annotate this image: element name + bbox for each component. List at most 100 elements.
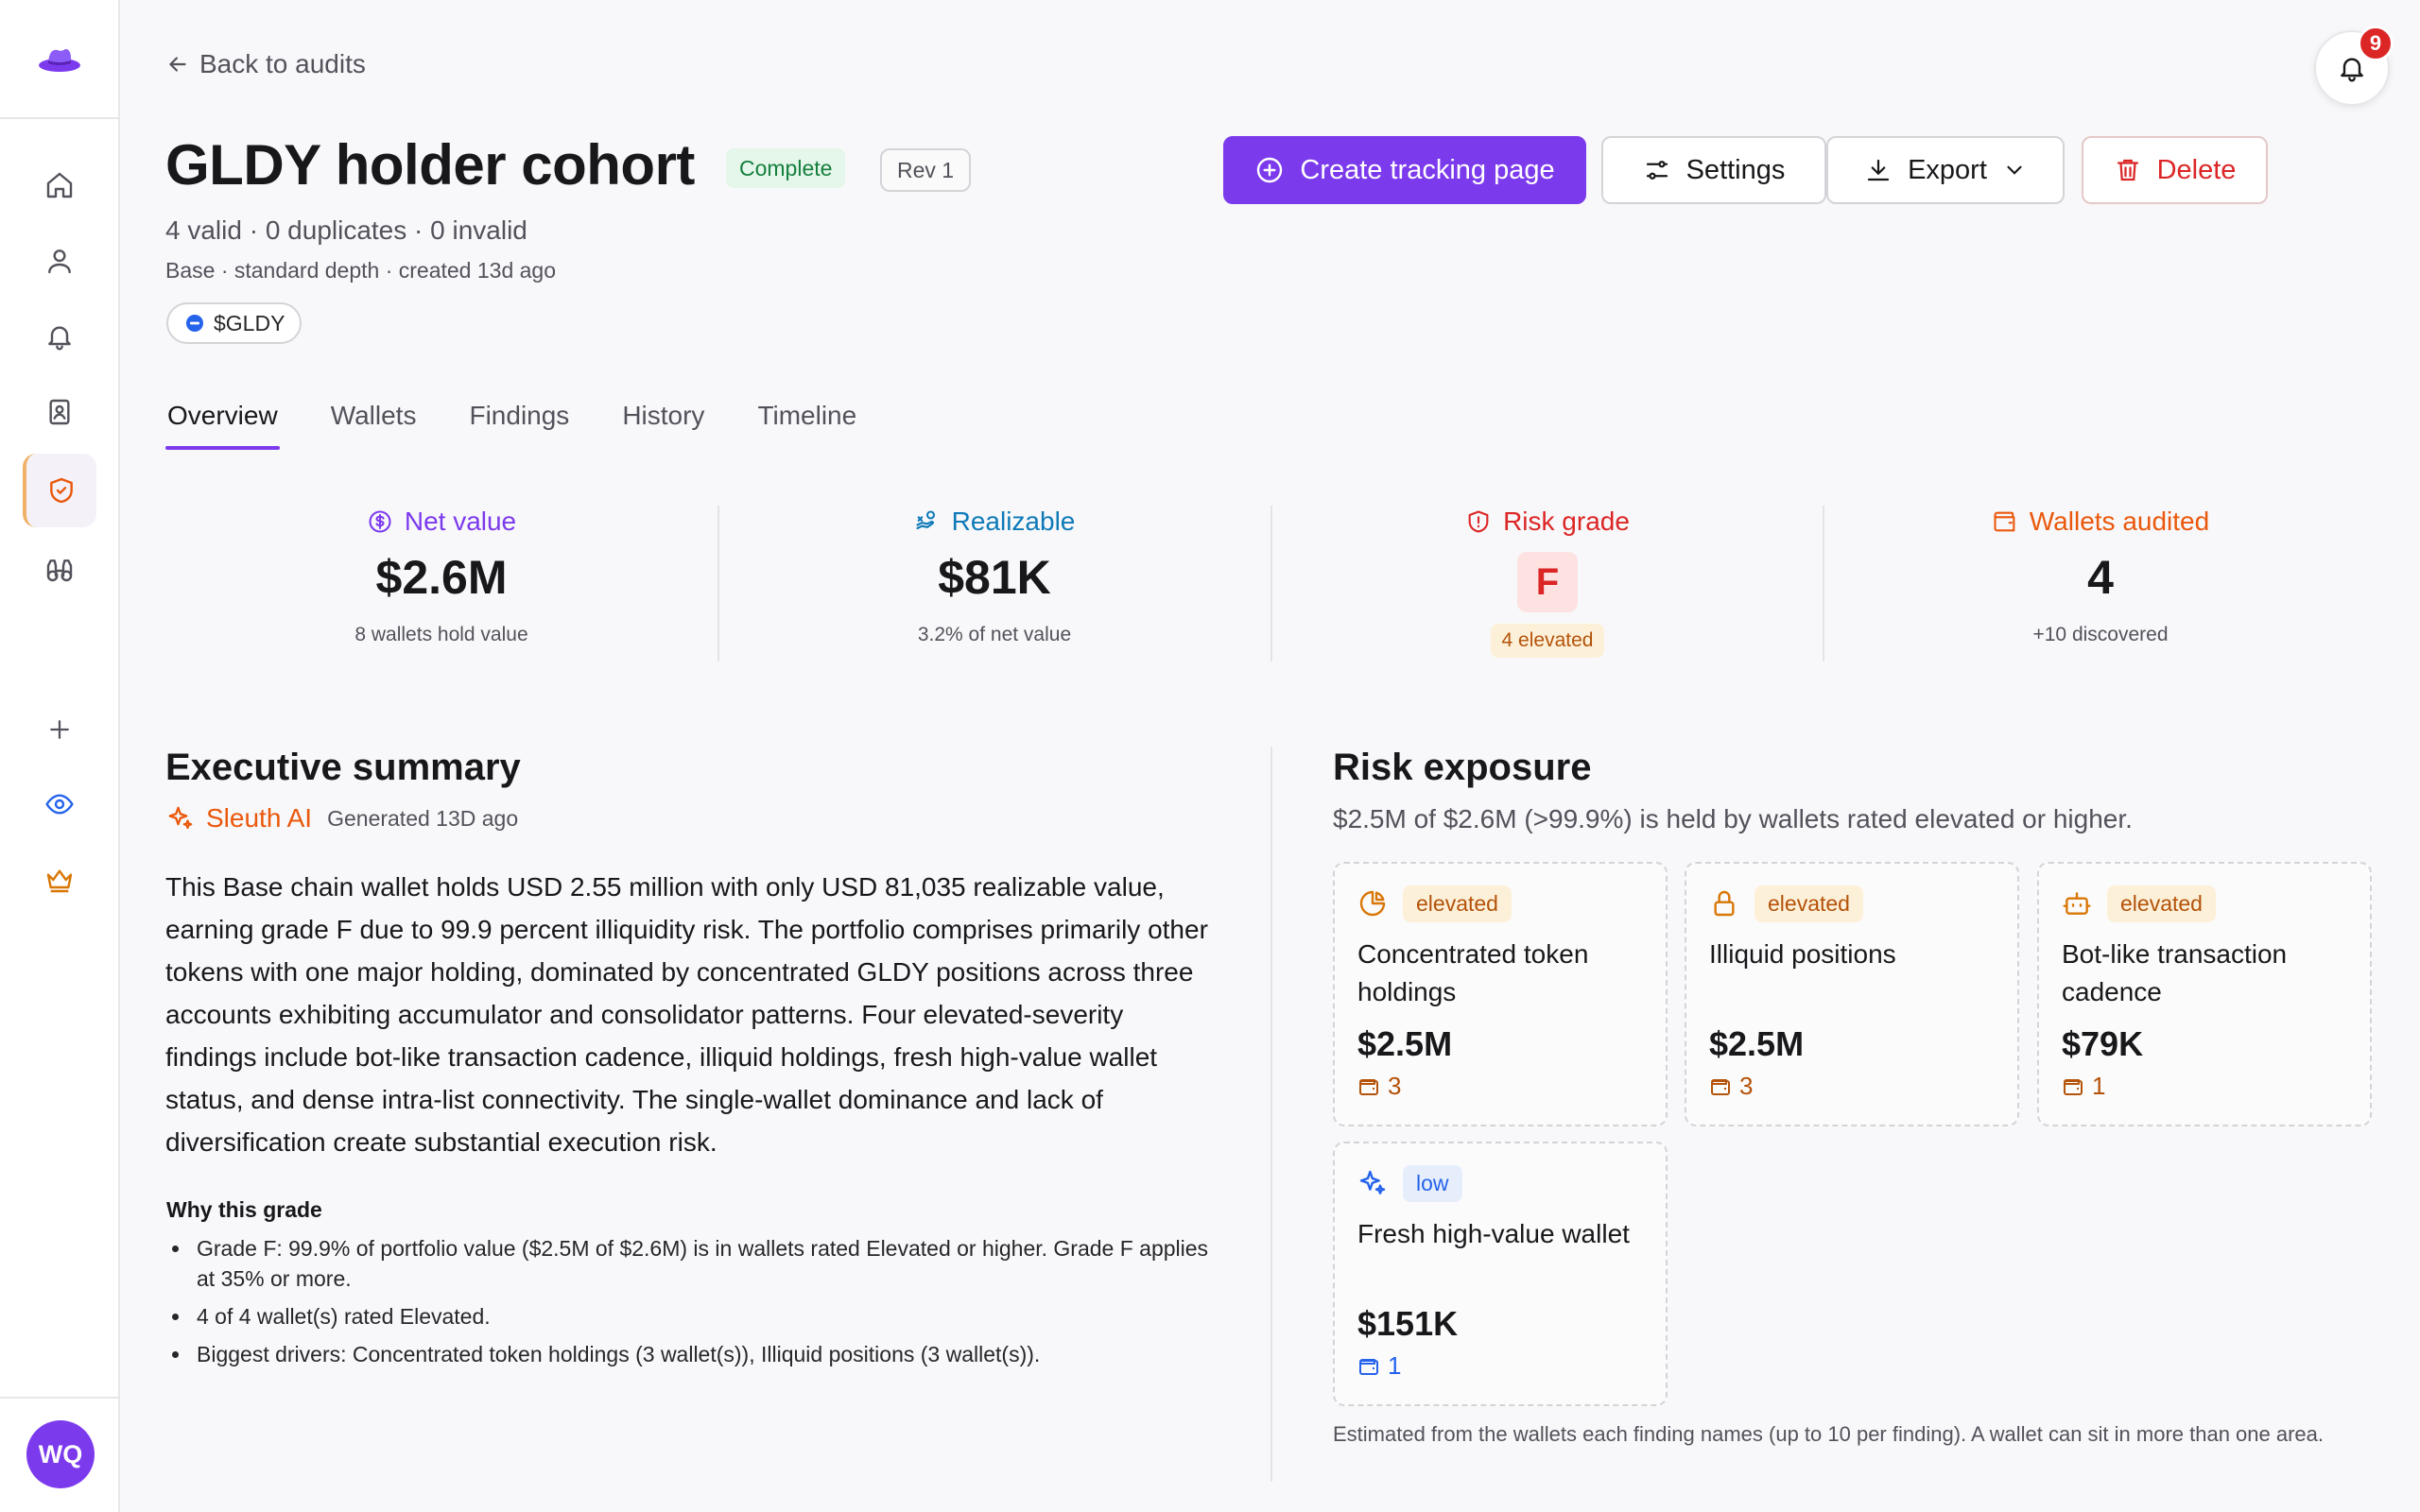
nav-explore[interactable] [23,534,96,608]
wallet-icon [1359,1358,1378,1375]
wallets-audited-sub: +10 discovered [2032,624,2169,645]
shield-alert-icon [1468,510,1489,533]
tab-bar: Overview Wallets Findings History Timeli… [165,397,908,450]
plus-circle-icon [1257,157,1283,183]
risk-exposure-title: Risk exposure [1333,747,1592,788]
summary-author: Sleuth AI Generated 13D ago [166,803,518,833]
base-chain-icon [186,315,203,332]
list-item: 4 of 4 wallet(s) rated Elevated. [166,1301,1216,1332]
wallet-count: 3 [1739,1072,1754,1100]
risk-grade-label: Risk grade [1503,507,1630,536]
risk-grade-sub: 4 elevated [1490,624,1605,658]
finding-amount: $2.5M [1709,1024,1805,1063]
nav-home[interactable] [23,148,96,222]
severity-badge: elevated [1754,885,1863,922]
wallets-audited-label: Wallets audited [2029,507,2210,536]
list-item: Biggest drivers: Concentrated token hold… [166,1339,1216,1369]
lock-icon [1714,890,1735,917]
status-badge: Complete [726,148,846,188]
arrow-left-icon [169,57,186,72]
hat-logo-icon [38,48,80,72]
stat-net-value: Net value $2.6M 8 wallets hold value [165,507,717,646]
realizable-amount: $81K [938,551,1051,604]
generated-time: Generated 13D ago [327,805,519,831]
severity-badge: low [1403,1164,1462,1202]
contact-book-icon [49,399,70,425]
tab-overview[interactable]: Overview [165,397,280,450]
risk-card-illiquid[interactable]: elevated Illiquid positions $2.5M 3 [1685,862,2019,1126]
tab-history[interactable]: History [620,397,706,450]
home-icon [46,172,73,198]
net-value-amount: $2.6M [375,551,508,604]
why-grade-list: Grade F: 99.9% of portfolio value ($2.5M… [166,1233,1216,1377]
severity-badge: elevated [1403,885,1512,922]
finding-name: Illiquid positions [1709,939,1896,969]
settings-label: Settings [1685,154,1786,185]
wallet-icon [1711,1078,1730,1095]
net-value-sub: 8 wallets hold value [354,624,528,645]
finding-amount: $2.5M [1357,1024,1453,1063]
realizable-label: Realizable [951,507,1076,536]
severity-badge: elevated [2107,885,2216,922]
realizable-sub: 3.2% of net value [917,624,1072,645]
net-value-label: Net value [404,507,517,536]
tab-timeline[interactable]: Timeline [755,397,858,450]
finding-name: Bot-like transaction cadence [2062,939,2288,1006]
crown-icon [46,869,73,893]
nav-add[interactable] [23,693,96,766]
settings-button[interactable]: Settings [1601,136,1826,204]
wallets-audited-count: 4 [2087,551,2114,604]
token-label: $GLDY [214,310,285,335]
wallet-icon [1994,511,2015,532]
create-tracking-page-button[interactable]: Create tracking page [1223,136,1586,204]
executive-summary-title: Executive summary [165,747,521,788]
stat-wallets-audited: Wallets audited 4 +10 discovered [1824,507,2377,646]
finding-amount: $79K [2062,1024,2144,1063]
chevron-down-icon [2007,165,2022,175]
app-logo[interactable] [0,0,118,119]
notification-count-badge: 9 [2358,26,2394,61]
sparkles-icon [168,806,193,830]
create-label: Create tracking page [1300,154,1555,185]
risk-card-bot-like[interactable]: elevated Bot-like transaction cadence $7… [2037,862,2372,1126]
page-title: GLDY holder cohort [165,133,695,197]
wallet-icon [1359,1078,1378,1095]
eye-icon [45,794,74,815]
list-item: Grade F: 99.9% of portfolio value ($2.5M… [166,1233,1216,1294]
bell-icon [48,326,71,351]
nav-audits[interactable] [23,454,96,527]
nav-contacts[interactable] [23,375,96,449]
wallet-icon [2064,1078,2083,1095]
delete-label: Delete [2156,154,2237,185]
pie-chart-icon [1359,890,1386,917]
author-name: Sleuth AI [206,803,313,833]
user-icon [48,249,71,274]
nav-profile[interactable] [23,224,96,298]
back-link[interactable]: Back to audits [165,47,366,81]
column-divider [1270,747,1272,1482]
avatar[interactable]: WQ [26,1420,95,1488]
token-chip[interactable]: $GLDY [166,302,302,344]
nav-premium[interactable] [23,843,96,917]
why-grade-title: Why this grade [166,1197,322,1222]
bell-icon [2341,58,2363,82]
nav-alerts[interactable] [23,300,96,373]
finding-amount: $151K [1357,1304,1459,1343]
risk-card-concentrated[interactable]: elevated Concentrated token holdings $2.… [1333,862,1668,1126]
export-button[interactable]: Export [1826,136,2065,204]
delete-button[interactable]: Delete [2082,136,2268,204]
sidebar: WQ [0,0,120,1512]
hand-coins-icon [916,510,935,530]
export-label: Export [1908,154,1987,185]
tab-wallets[interactable]: Wallets [329,397,419,450]
stat-risk-grade: Risk grade F 4 elevated [1271,507,1824,658]
nav-watch[interactable] [23,767,96,841]
trash-icon [2117,159,2138,181]
revision-badge: Rev 1 [880,148,972,192]
risk-card-fresh-wallet[interactable]: low Fresh high-value wallet $151K 1 [1333,1142,1668,1406]
risk-footnote: Estimated from the wallets each finding … [1333,1422,2325,1446]
tab-findings[interactable]: Findings [467,397,571,450]
shield-check-icon [50,477,73,504]
finding-name: Fresh high-value wallet [1357,1219,1630,1248]
finding-name: Concentrated token holdings [1357,939,1589,1006]
